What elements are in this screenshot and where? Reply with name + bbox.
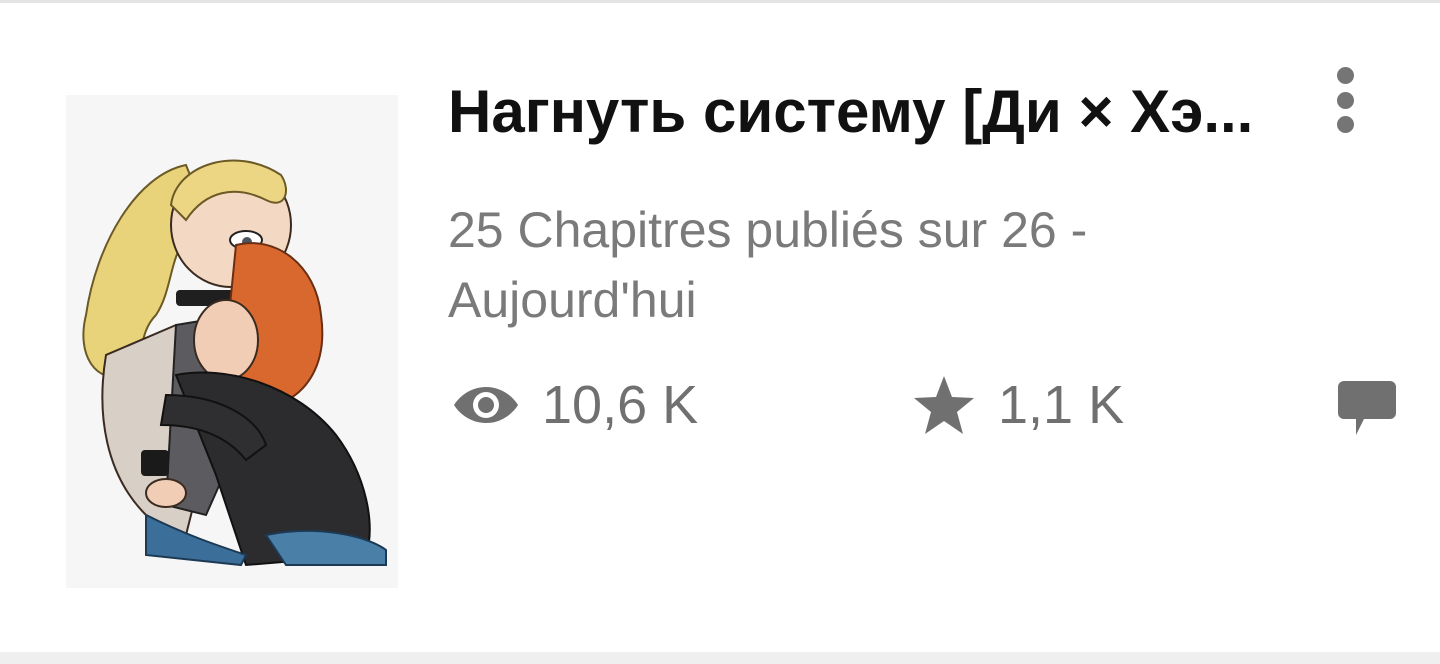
more-vertical-icon-dot — [1336, 91, 1354, 109]
votes-count: 1,1 K — [998, 375, 1125, 435]
bottom-divider — [0, 652, 1440, 664]
views-count: 10,6 K — [542, 375, 699, 435]
more-options-button[interactable] — [1322, 65, 1368, 135]
updated-text: Aujourd'hui — [448, 272, 697, 328]
story-card[interactable]: Нагнуть систему [Ди × Хэ... 25 Chapitres… — [0, 3, 1440, 652]
views-stat: 10,6 K — [452, 369, 698, 441]
story-title[interactable]: Нагнуть систему [Ди × Хэ... — [448, 79, 1268, 145]
more-vertical-icon — [1336, 67, 1354, 84]
chapters-published-text: 25 Chapitres publiés sur 26 - — [448, 202, 1088, 258]
eye-icon — [454, 387, 518, 423]
more-vertical-icon-dot — [1336, 116, 1354, 133]
story-cover-image[interactable] — [66, 95, 398, 588]
story-meta: 25 Chapitres publiés sur 26 - Aujourd'hu… — [448, 195, 1248, 335]
comment-icon[interactable] — [1336, 379, 1398, 439]
cover-illustration — [66, 95, 398, 588]
votes-stat: 1,1 K — [912, 369, 1124, 441]
star-icon — [914, 376, 974, 434]
